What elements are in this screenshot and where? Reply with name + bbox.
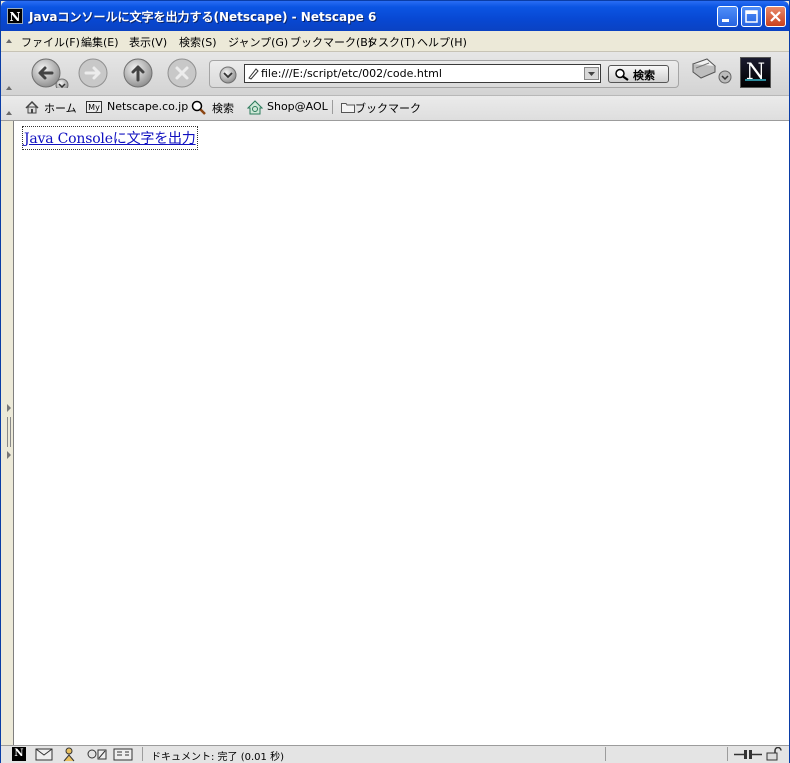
bookmark-search[interactable]: 検索: [212, 100, 234, 116]
bookmark-home[interactable]: ホーム: [44, 100, 77, 116]
close-button[interactable]: [765, 6, 786, 27]
status-separator: [727, 747, 728, 761]
netscape-throbber-logo[interactable]: N: [740, 57, 771, 88]
search-icon: [191, 100, 206, 115]
menu-view[interactable]: 表示(V): [129, 34, 167, 50]
magnifier-icon: [615, 68, 629, 81]
forward-button[interactable]: [78, 58, 108, 88]
my-netscape-icon: My: [86, 101, 102, 113]
composer-icon[interactable]: [87, 748, 107, 761]
netscape-app-icon[interactable]: N: [7, 8, 23, 24]
reload-button[interactable]: [123, 58, 153, 88]
browser-window: N Javaコンソールに文字を出力する(Netscape) - Netscape…: [0, 0, 790, 763]
security-lock-icon[interactable]: [766, 747, 782, 761]
java-console-link[interactable]: Java Consoleに文字を出力: [22, 126, 198, 150]
sidebar-toggle-icon: [7, 404, 11, 459]
menu-go[interactable]: ジャンプ(G): [228, 34, 288, 50]
personal-toolbar: ホーム My Netscape.co.jp 検索 Shop@AOL ブックマーク: [1, 96, 789, 121]
window-title: Javaコンソールに文字を出力する(Netscape) - Netscape 6: [29, 10, 377, 24]
menu-search[interactable]: 検索(S): [179, 34, 217, 50]
collapse-grip-icon[interactable]: [5, 96, 13, 120]
bookmark-netscape-co-jp[interactable]: Netscape.co.jp: [107, 100, 188, 113]
url-dropdown-icon[interactable]: [584, 67, 599, 80]
print-icon[interactable]: [689, 56, 733, 86]
online-status-icon[interactable]: [734, 749, 762, 760]
logo-horizon: [745, 79, 766, 81]
collapse-grip-icon[interactable]: [5, 52, 13, 95]
maximize-icon: [745, 10, 758, 23]
minimize-button[interactable]: [717, 6, 738, 27]
title-bar[interactable]: N Javaコンソールに文字を出力する(Netscape) - Netscape…: [1, 1, 789, 31]
menu-tasks[interactable]: タスク(T): [367, 34, 415, 50]
menu-bookmarks[interactable]: ブックマーク(B): [290, 34, 372, 50]
netscape-component-icon[interactable]: N: [12, 747, 26, 761]
stop-button[interactable]: [167, 58, 197, 88]
page-proxy-icon[interactable]: [247, 67, 260, 80]
home-icon: [25, 101, 39, 114]
menu-file[interactable]: ファイル(F): [21, 34, 80, 50]
menu-bar: ファイル(F) 編集(E) 表示(V) 検索(S) ジャンプ(G) ブックマーク…: [1, 31, 789, 52]
minimize-icon: [722, 19, 729, 22]
folder-icon: [341, 103, 355, 113]
status-separator: [605, 747, 606, 761]
status-separator: [142, 747, 143, 761]
toolbar-separator: [332, 100, 333, 114]
shop-aol-icon: [247, 100, 263, 115]
sidebar-grip[interactable]: [2, 121, 13, 745]
search-button-label: 検索: [633, 69, 655, 82]
menu-help[interactable]: ヘルプ(H): [417, 34, 467, 50]
bookmark-menu-button[interactable]: ブックマーク: [355, 100, 421, 116]
mail-icon[interactable]: [35, 748, 53, 761]
search-button[interactable]: 検索: [608, 65, 669, 83]
bookmark-shop-aol[interactable]: Shop@AOL: [267, 100, 328, 113]
url-input[interactable]: file:///E:/script/etc/002/code.html: [244, 64, 601, 83]
instant-messenger-icon[interactable]: [61, 747, 77, 762]
collapse-grip-icon[interactable]: [5, 31, 13, 51]
netscape-logo-letter: N: [745, 60, 766, 85]
history-dropdown-icon[interactable]: [219, 66, 237, 84]
page-content: Java Consoleに文字を出力: [13, 121, 789, 745]
status-bar: N ドキュメント: 完了 (0.01 秒): [1, 745, 789, 763]
maximize-button[interactable]: [741, 6, 762, 27]
status-text: ドキュメント: 完了 (0.01 秒): [151, 752, 284, 763]
close-icon: [770, 11, 781, 22]
address-book-icon[interactable]: [113, 748, 133, 761]
menu-edit[interactable]: 編集(E): [81, 34, 119, 50]
back-button[interactable]: [31, 58, 71, 88]
url-text: file:///E:/script/etc/002/code.html: [261, 67, 442, 80]
